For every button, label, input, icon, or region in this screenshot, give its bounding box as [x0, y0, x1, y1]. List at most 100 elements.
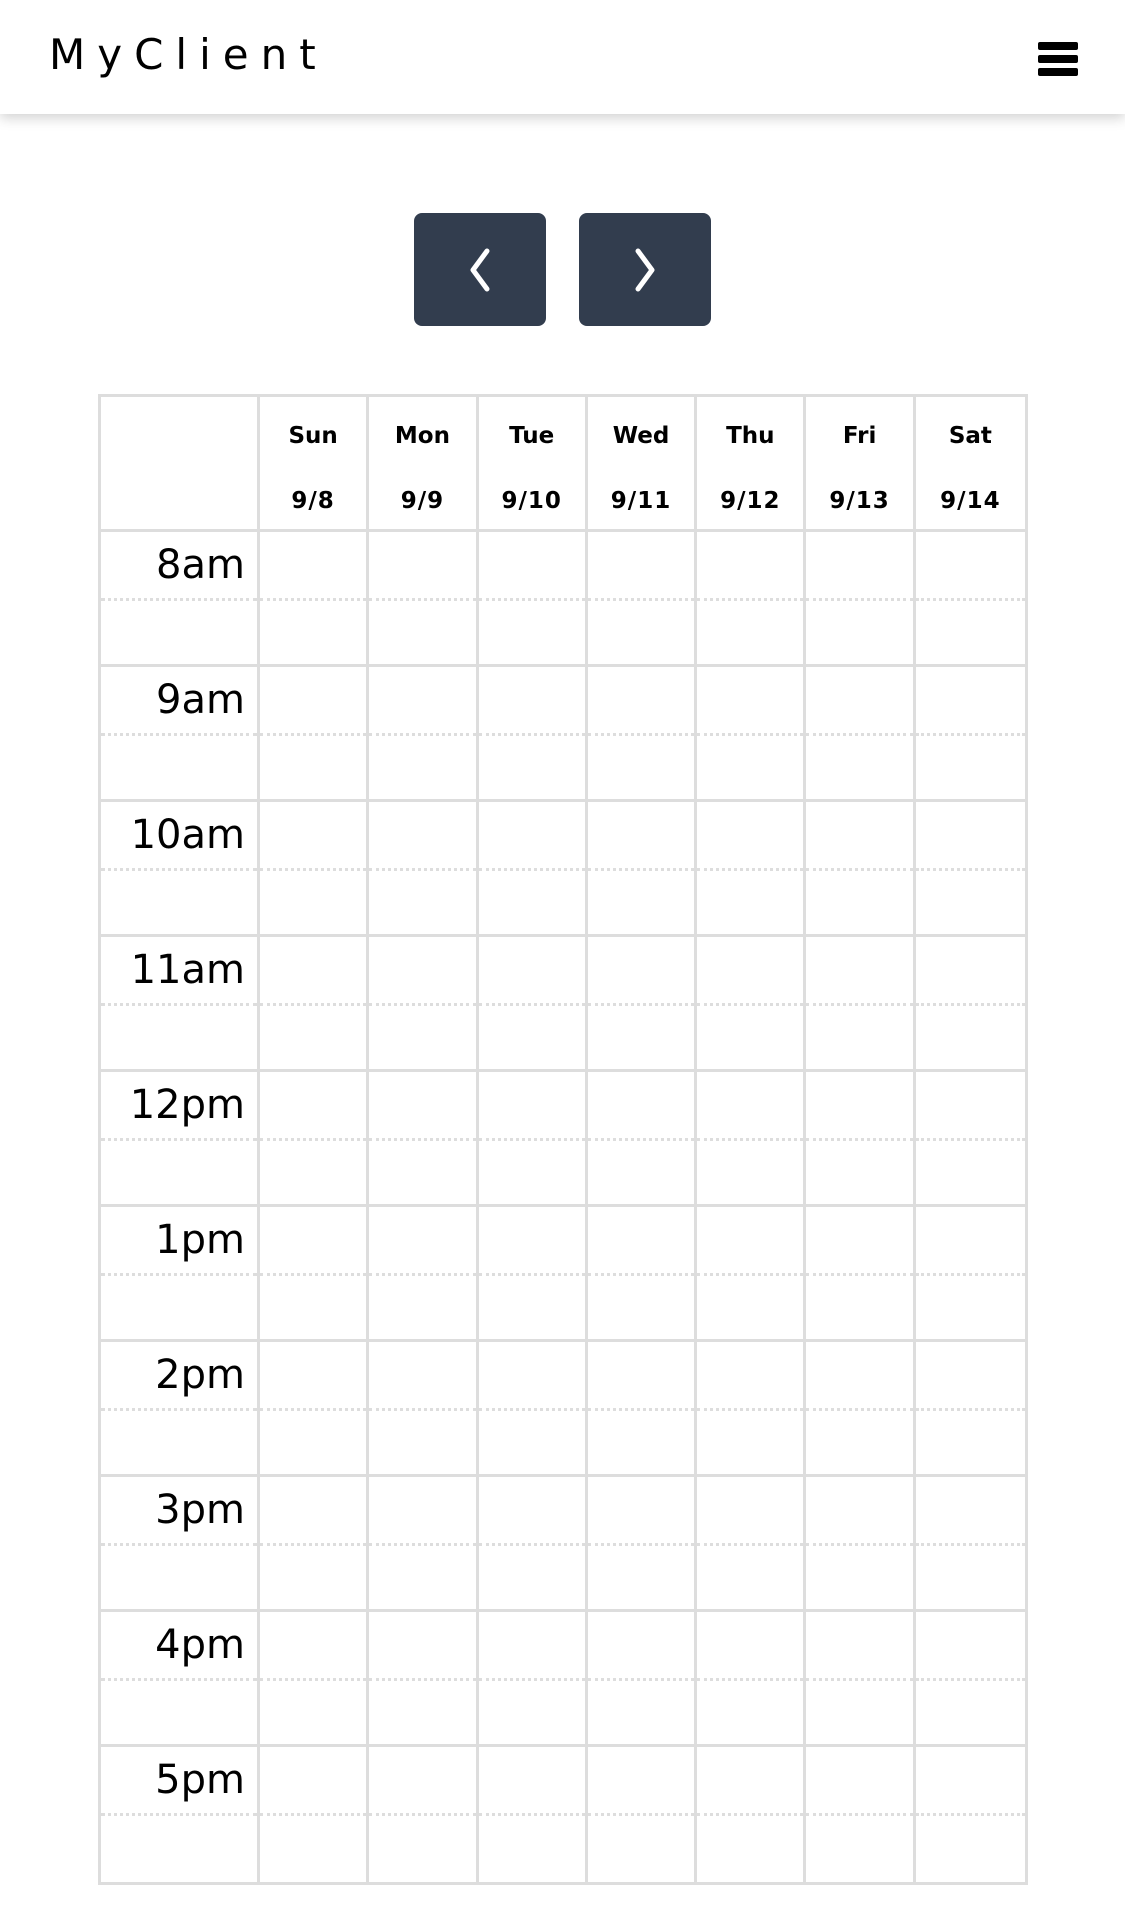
- half-hour-divider: [806, 733, 913, 736]
- half-hour-divider: [806, 1813, 913, 1816]
- day-header-tue: Tue 9/10: [478, 397, 588, 532]
- half-hour-divider: [806, 1408, 913, 1411]
- time-slot[interactable]: [478, 802, 588, 937]
- time-slot[interactable]: [587, 667, 698, 802]
- time-slot[interactable]: [697, 1207, 807, 1342]
- time-slot[interactable]: [697, 532, 807, 667]
- time-slot[interactable]: [259, 1477, 370, 1612]
- time-slot[interactable]: [915, 532, 1026, 667]
- time-slot[interactable]: [587, 1612, 698, 1747]
- time-slot[interactable]: [259, 1612, 370, 1747]
- time-slot[interactable]: [915, 1342, 1026, 1477]
- time-slot[interactable]: [806, 1747, 916, 1882]
- time-slot[interactable]: [369, 1747, 479, 1882]
- time-slot[interactable]: [478, 1342, 588, 1477]
- time-slot[interactable]: [587, 1342, 698, 1477]
- hour-label-cell: 4pm: [101, 1612, 260, 1747]
- next-week-button[interactable]: [579, 213, 711, 326]
- hour-label-cell: 5pm: [101, 1747, 260, 1882]
- time-slot[interactable]: [915, 1207, 1026, 1342]
- time-slot[interactable]: [478, 1612, 588, 1747]
- time-slot[interactable]: [806, 1342, 916, 1477]
- time-slot[interactable]: [587, 1207, 698, 1342]
- calendar-header-row: Sun 9/8 Mon 9/9 Tue 9/10 Wed 9/11 Thu 9/12 Fri 9/13…: [101, 397, 1026, 532]
- time-slot[interactable]: [806, 1207, 916, 1342]
- time-slot[interactable]: [915, 1612, 1026, 1747]
- day-header-sun: Sun 9/8: [259, 397, 370, 532]
- half-hour-divider: [369, 1408, 476, 1411]
- half-hour-divider: [806, 1678, 913, 1681]
- time-slot[interactable]: [369, 1207, 479, 1342]
- time-slot[interactable]: [369, 667, 479, 802]
- previous-week-button[interactable]: [414, 213, 546, 326]
- time-slot[interactable]: [697, 1072, 807, 1207]
- hour-label: 12pm: [129, 1082, 245, 1128]
- half-hour-divider: [806, 1003, 913, 1006]
- time-slot[interactable]: [587, 532, 698, 667]
- time-slot[interactable]: [478, 1747, 588, 1882]
- time-slot[interactable]: [697, 1612, 807, 1747]
- time-slot[interactable]: [478, 937, 588, 1072]
- half-hour-divider: [259, 1138, 367, 1141]
- time-slot[interactable]: [806, 937, 916, 1072]
- hamburger-icon[interactable]: [1038, 42, 1078, 76]
- half-hour-divider: [587, 1543, 695, 1546]
- time-slot[interactable]: [915, 1477, 1026, 1612]
- time-slot[interactable]: [587, 802, 698, 937]
- half-hour-divider: [697, 1138, 804, 1141]
- time-slot[interactable]: [915, 802, 1026, 937]
- time-slot[interactable]: [369, 1477, 479, 1612]
- half-hour-divider: [587, 1678, 695, 1681]
- time-slot[interactable]: [369, 1342, 479, 1477]
- time-slot[interactable]: [369, 1072, 479, 1207]
- time-slot[interactable]: [478, 1477, 588, 1612]
- time-slot[interactable]: [806, 1477, 916, 1612]
- time-slot[interactable]: [587, 1477, 698, 1612]
- time-slot[interactable]: [478, 1207, 588, 1342]
- time-slot[interactable]: [806, 532, 916, 667]
- day-date: 9/13: [829, 488, 890, 514]
- time-slot[interactable]: [697, 1747, 807, 1882]
- time-slot[interactable]: [369, 532, 479, 667]
- half-hour-divider: [915, 1678, 1026, 1681]
- day-header-sat: Sat 9/14: [915, 397, 1026, 532]
- time-slot[interactable]: [369, 1612, 479, 1747]
- time-slot[interactable]: [369, 937, 479, 1072]
- time-slot[interactable]: [587, 1072, 698, 1207]
- chevron-right-icon: [635, 248, 655, 291]
- time-slot[interactable]: [478, 667, 588, 802]
- time-slot[interactable]: [697, 667, 807, 802]
- time-slot[interactable]: [369, 802, 479, 937]
- half-hour-divider: [587, 1138, 695, 1141]
- half-hour-divider: [369, 1543, 476, 1546]
- time-slot[interactable]: [915, 1747, 1026, 1882]
- time-slot[interactable]: [915, 667, 1026, 802]
- time-slot[interactable]: [259, 937, 370, 1072]
- time-slot[interactable]: [587, 937, 698, 1072]
- time-slot[interactable]: [915, 1072, 1026, 1207]
- time-slot[interactable]: [259, 1207, 370, 1342]
- time-slot[interactable]: [806, 1612, 916, 1747]
- time-slot[interactable]: [259, 532, 370, 667]
- time-slot[interactable]: [259, 802, 370, 937]
- half-hour-divider: [587, 868, 695, 871]
- time-slot[interactable]: [806, 667, 916, 802]
- brand-logo[interactable]: MyClient: [49, 30, 328, 79]
- time-slot[interactable]: [697, 1477, 807, 1612]
- half-hour-divider: [587, 598, 695, 601]
- hour-row: 1pm: [101, 1207, 1026, 1342]
- time-slot[interactable]: [259, 1072, 370, 1207]
- time-slot[interactable]: [587, 1747, 698, 1882]
- time-slot[interactable]: [697, 802, 807, 937]
- time-slot[interactable]: [806, 1072, 916, 1207]
- time-slot[interactable]: [259, 667, 370, 802]
- time-slot[interactable]: [697, 937, 807, 1072]
- time-slot[interactable]: [478, 1072, 588, 1207]
- time-slot[interactable]: [478, 532, 588, 667]
- time-slot[interactable]: [915, 937, 1026, 1072]
- half-hour-divider: [259, 1543, 367, 1546]
- time-slot[interactable]: [697, 1342, 807, 1477]
- time-slot[interactable]: [806, 802, 916, 937]
- time-slot[interactable]: [259, 1342, 370, 1477]
- time-slot[interactable]: [259, 1747, 370, 1882]
